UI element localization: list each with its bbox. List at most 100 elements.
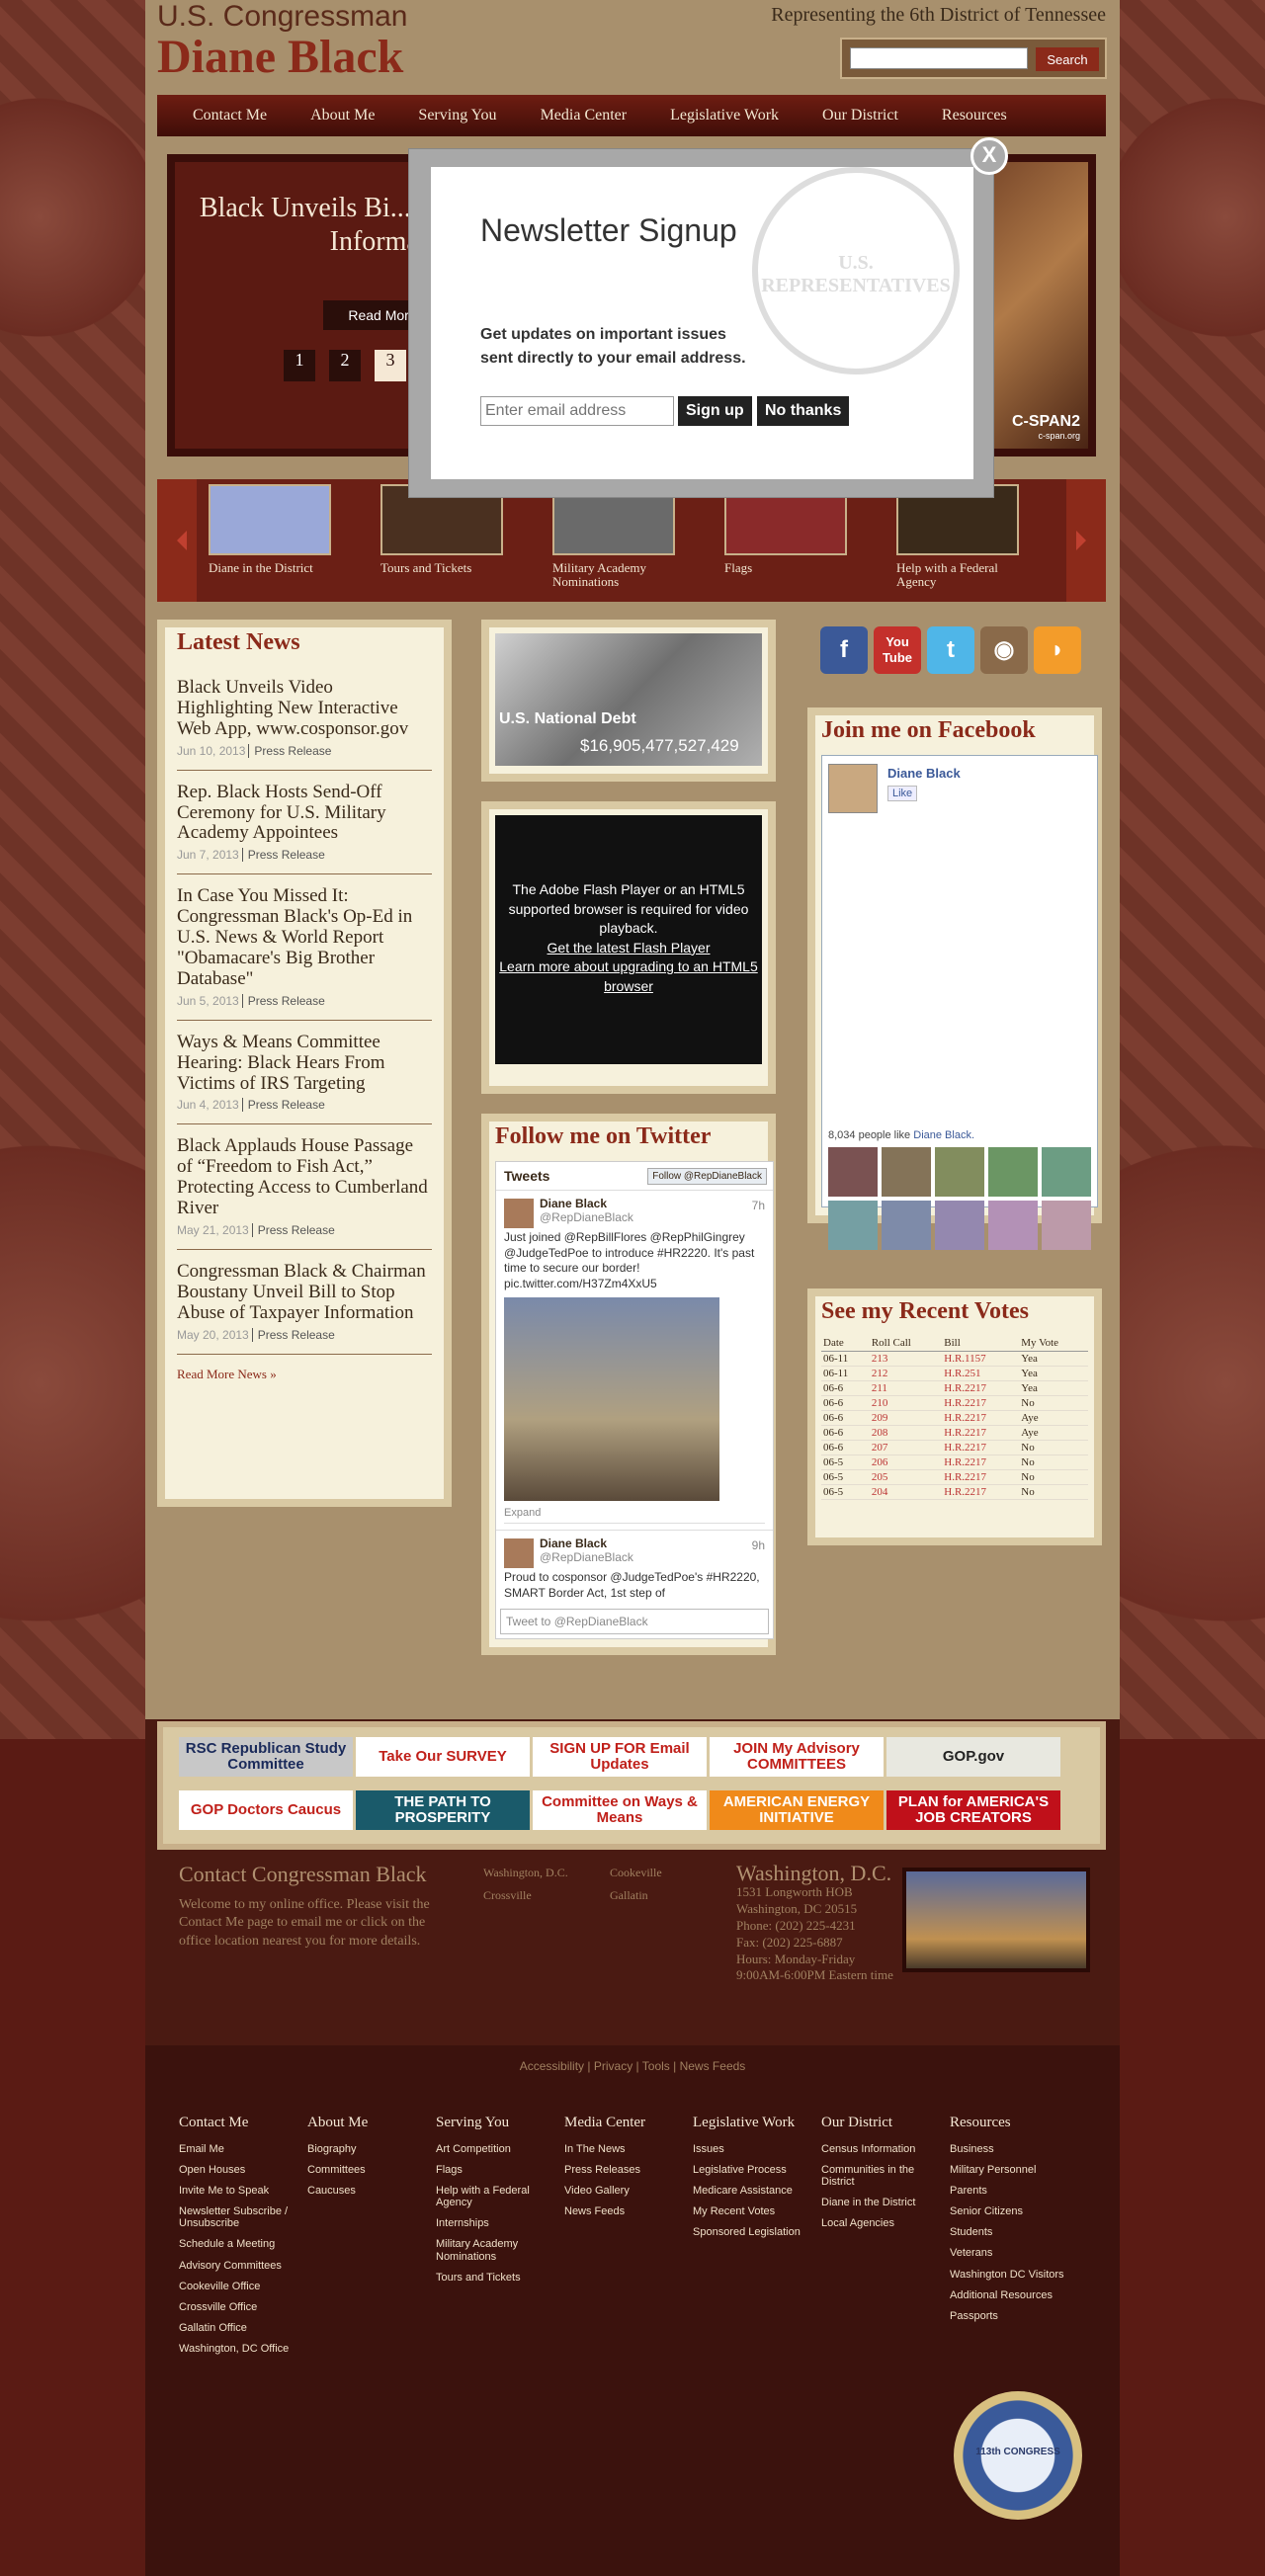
facebook-page-link[interactable]: Diane Black. — [913, 1129, 974, 1141]
footer-column-heading[interactable]: About Me — [307, 2115, 436, 2131]
nav-legislative-work[interactable]: Legislative Work — [670, 107, 779, 125]
fan-avatar[interactable] — [882, 1201, 931, 1250]
vote-roll-call[interactable]: 211 — [869, 1380, 943, 1396]
twitter-follow-button[interactable]: Follow @RepDianeBlack — [647, 1168, 767, 1185]
footer-column-heading[interactable]: Media Center — [564, 2115, 693, 2131]
footer-link[interactable]: Passports — [950, 2310, 1078, 2322]
fan-avatar[interactable] — [1042, 1147, 1091, 1197]
news-type-link[interactable]: Press Release — [241, 993, 325, 1008]
vote-roll-call[interactable]: 210 — [869, 1395, 943, 1411]
tweet-author[interactable]: Diane Black — [540, 1537, 765, 1550]
footer-link[interactable]: Open Houses — [179, 2164, 307, 2176]
vote-roll-call[interactable]: 204 — [869, 1484, 943, 1500]
nav-resources[interactable]: Resources — [942, 107, 1007, 125]
footer-link[interactable]: Business — [950, 2143, 1078, 2155]
news-title[interactable]: Rep. Black Hosts Send-Off Ceremony for U… — [177, 782, 432, 845]
nav-serving-you[interactable]: Serving You — [418, 107, 496, 125]
vote-bill[interactable]: H.R.2217 — [942, 1469, 1020, 1485]
instagram-icon[interactable]: ◉ — [980, 626, 1028, 674]
footer-link[interactable]: Internships — [436, 2217, 564, 2229]
footer-link[interactable]: Schedule a Meeting — [179, 2238, 307, 2250]
nav-about-me[interactable]: About Me — [310, 107, 375, 125]
news-type-link[interactable]: Press Release — [241, 848, 325, 863]
vote-bill[interactable]: H.R.2217 — [942, 1380, 1020, 1396]
office-link[interactable]: Gallatin — [610, 1888, 718, 1903]
header-name[interactable]: Diane Black — [157, 30, 403, 84]
slider-page-3[interactable]: 3 — [375, 350, 406, 381]
carousel-item[interactable]: Diane in the District — [209, 484, 331, 575]
news-title[interactable]: Congressman Black & Chairman Boustany Un… — [177, 1261, 432, 1324]
carousel-prev-arrow-icon[interactable] — [157, 479, 197, 602]
partner-banner[interactable]: RSC Republican Study Committee — [179, 1737, 353, 1777]
vote-bill[interactable]: H.R.2217 — [942, 1395, 1020, 1411]
national-debt-widget[interactable]: U.S. National Debt $16,905,477,527,429 — [481, 620, 776, 782]
search-input[interactable] — [850, 47, 1028, 69]
footer-link[interactable]: Legislative Process — [693, 2164, 821, 2176]
partner-banner[interactable]: AMERICAN ENERGY INITIATIVE — [710, 1790, 884, 1830]
footer-link[interactable]: Press Releases — [564, 2164, 693, 2176]
footer-link[interactable]: My Recent Votes — [693, 2205, 821, 2217]
close-icon[interactable]: X — [970, 137, 1008, 175]
footer-column-heading[interactable]: Contact Me — [179, 2115, 307, 2131]
footer-link[interactable]: Caucuses — [307, 2185, 436, 2197]
vote-bill[interactable]: H.R.2217 — [942, 1425, 1020, 1441]
utility-link[interactable]: Accessibility — [520, 2059, 584, 2073]
partner-banner[interactable]: Committee on Ways & Means — [533, 1790, 707, 1830]
utility-link[interactable]: Tools — [642, 2059, 670, 2073]
carousel-next-arrow-icon[interactable] — [1066, 479, 1106, 602]
nav-contact-me[interactable]: Contact Me — [193, 107, 267, 125]
footer-link[interactable]: Gallatin Office — [179, 2322, 307, 2334]
footer-column-heading[interactable]: Our District — [821, 2115, 950, 2131]
partner-banner[interactable]: THE PATH TO PROSPERITY — [356, 1790, 530, 1830]
partner-banner[interactable]: SIGN UP FOR Email Updates — [533, 1737, 707, 1777]
footer-link[interactable]: Additional Resources — [950, 2289, 1078, 2301]
no-thanks-button[interactable]: No thanks — [757, 396, 850, 426]
footer-link[interactable]: Washington DC Visitors — [950, 2269, 1078, 2281]
news-title[interactable]: Ways & Means Committee Hearing: Black He… — [177, 1032, 432, 1095]
flash-player-link[interactable]: Get the latest Flash Player — [495, 939, 762, 958]
avatar[interactable] — [504, 1538, 534, 1569]
news-type-link[interactable]: Press Release — [248, 743, 332, 758]
news-title[interactable]: Black Unveils Video Highlighting New Int… — [177, 677, 432, 740]
carousel-item[interactable]: Help with a Federal Agency — [896, 484, 1019, 590]
vote-bill[interactable]: H.R.2217 — [942, 1440, 1020, 1455]
footer-link[interactable]: Crossville Office — [179, 2301, 307, 2313]
partner-banner[interactable]: PLAN for AMERICA'S JOB CREATORS — [886, 1790, 1060, 1830]
footer-link[interactable]: Art Competition — [436, 2143, 564, 2155]
tweet-time[interactable]: 9h — [752, 1538, 765, 1552]
newsletter-email-field[interactable] — [480, 396, 674, 426]
utility-link[interactable]: News Feeds — [680, 2059, 746, 2073]
footer-link[interactable]: Local Agencies — [821, 2217, 950, 2229]
facebook-page-name[interactable]: Diane Black — [887, 766, 961, 781]
slider-page-1[interactable]: 1 — [284, 350, 315, 381]
fan-avatar[interactable] — [828, 1147, 878, 1197]
footer-link[interactable]: Census Information — [821, 2143, 950, 2155]
footer-link[interactable]: Senior Citizens — [950, 2205, 1078, 2217]
footer-link[interactable]: Students — [950, 2226, 1078, 2238]
partner-banner[interactable]: JOIN My Advisory COMMITTEES — [710, 1737, 884, 1777]
footer-link[interactable]: Advisory Committees — [179, 2260, 307, 2272]
news-type-link[interactable]: Press Release — [241, 1098, 325, 1113]
office-link[interactable]: Washington, D.C. — [483, 1866, 602, 1880]
footer-link[interactable]: In The News — [564, 2143, 693, 2155]
footer-link[interactable]: Veterans — [950, 2247, 1078, 2259]
partner-banner[interactable]: GOP Doctors Caucus — [179, 1790, 353, 1830]
footer-link[interactable]: Washington, DC Office — [179, 2343, 307, 2355]
footer-link[interactable]: Cookeville Office — [179, 2281, 307, 2292]
tweet-time[interactable]: 7h — [752, 1199, 765, 1212]
carousel-item[interactable]: Military Academy Nominations — [552, 484, 675, 590]
avatar[interactable] — [504, 1199, 534, 1228]
partner-banner[interactable]: Take Our SURVEY — [356, 1737, 530, 1777]
footer-column-heading[interactable]: Resources — [950, 2115, 1078, 2131]
footer-link[interactable]: Military Personnel — [950, 2164, 1078, 2176]
footer-link[interactable]: Communities in the District — [821, 2164, 950, 2188]
fan-avatar[interactable] — [828, 1201, 878, 1250]
footer-link[interactable]: Military Academy Nominations — [436, 2238, 564, 2262]
html5-link[interactable]: Learn more about upgrading to an HTML5 b… — [495, 957, 762, 996]
news-title[interactable]: In Case You Missed It: Congressman Black… — [177, 885, 432, 989]
vote-roll-call[interactable]: 212 — [869, 1366, 943, 1381]
facebook-page-avatar[interactable] — [828, 764, 878, 813]
fan-avatar[interactable] — [882, 1147, 931, 1197]
footer-column-heading[interactable]: Legislative Work — [693, 2115, 821, 2131]
footer-link[interactable]: Committees — [307, 2164, 436, 2176]
